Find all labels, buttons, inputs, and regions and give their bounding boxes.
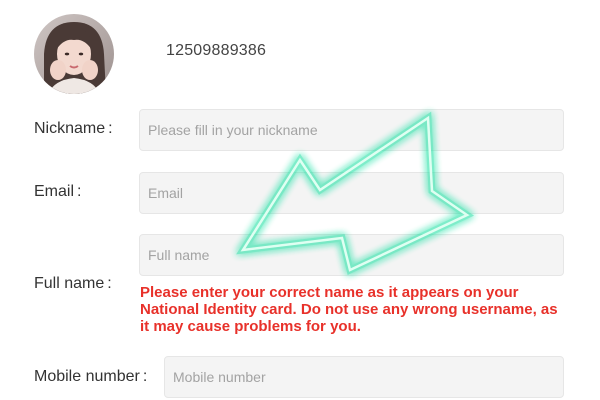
- full-name-warning: Please enter your correct name as it app…: [140, 284, 558, 335]
- profile-form-page: 12509889386 Nickname: Email: Full name: …: [0, 0, 600, 400]
- nickname-label: Nickname:: [34, 120, 113, 138]
- avatar-image: [34, 14, 114, 94]
- nickname-label-colon: :: [108, 120, 113, 137]
- mobile-number-label: Mobile number:: [34, 368, 147, 386]
- nickname-label-text: Nickname: [34, 120, 106, 137]
- avatar[interactable]: [34, 14, 114, 94]
- full-name-label-colon: :: [107, 275, 112, 292]
- email-input[interactable]: [139, 172, 564, 214]
- mobile-number-label-colon: :: [142, 368, 148, 385]
- user-id: 12509889386: [166, 42, 267, 59]
- full-name-label: Full name:: [34, 275, 112, 293]
- full-name-input[interactable]: [139, 234, 564, 276]
- nickname-input[interactable]: [139, 109, 564, 151]
- email-label: Email:: [34, 183, 81, 201]
- email-label-text: Email: [34, 183, 75, 200]
- email-label-colon: :: [77, 183, 82, 200]
- mobile-number-label-text: Mobile number: [34, 368, 140, 385]
- full-name-label-text: Full name: [34, 275, 105, 292]
- mobile-number-input[interactable]: [164, 356, 564, 398]
